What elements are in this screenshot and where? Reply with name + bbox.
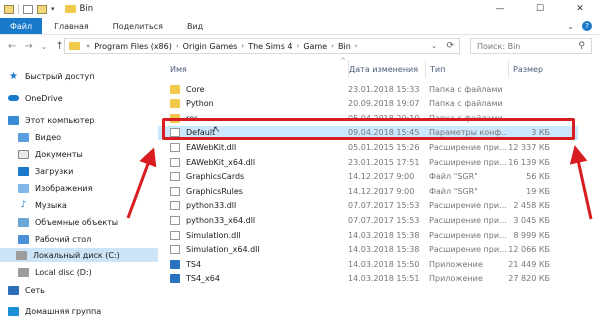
annotation-arrows [126,145,593,220]
annotation-arrow-left [126,147,157,219]
annotation-arrow-right [569,145,593,220]
